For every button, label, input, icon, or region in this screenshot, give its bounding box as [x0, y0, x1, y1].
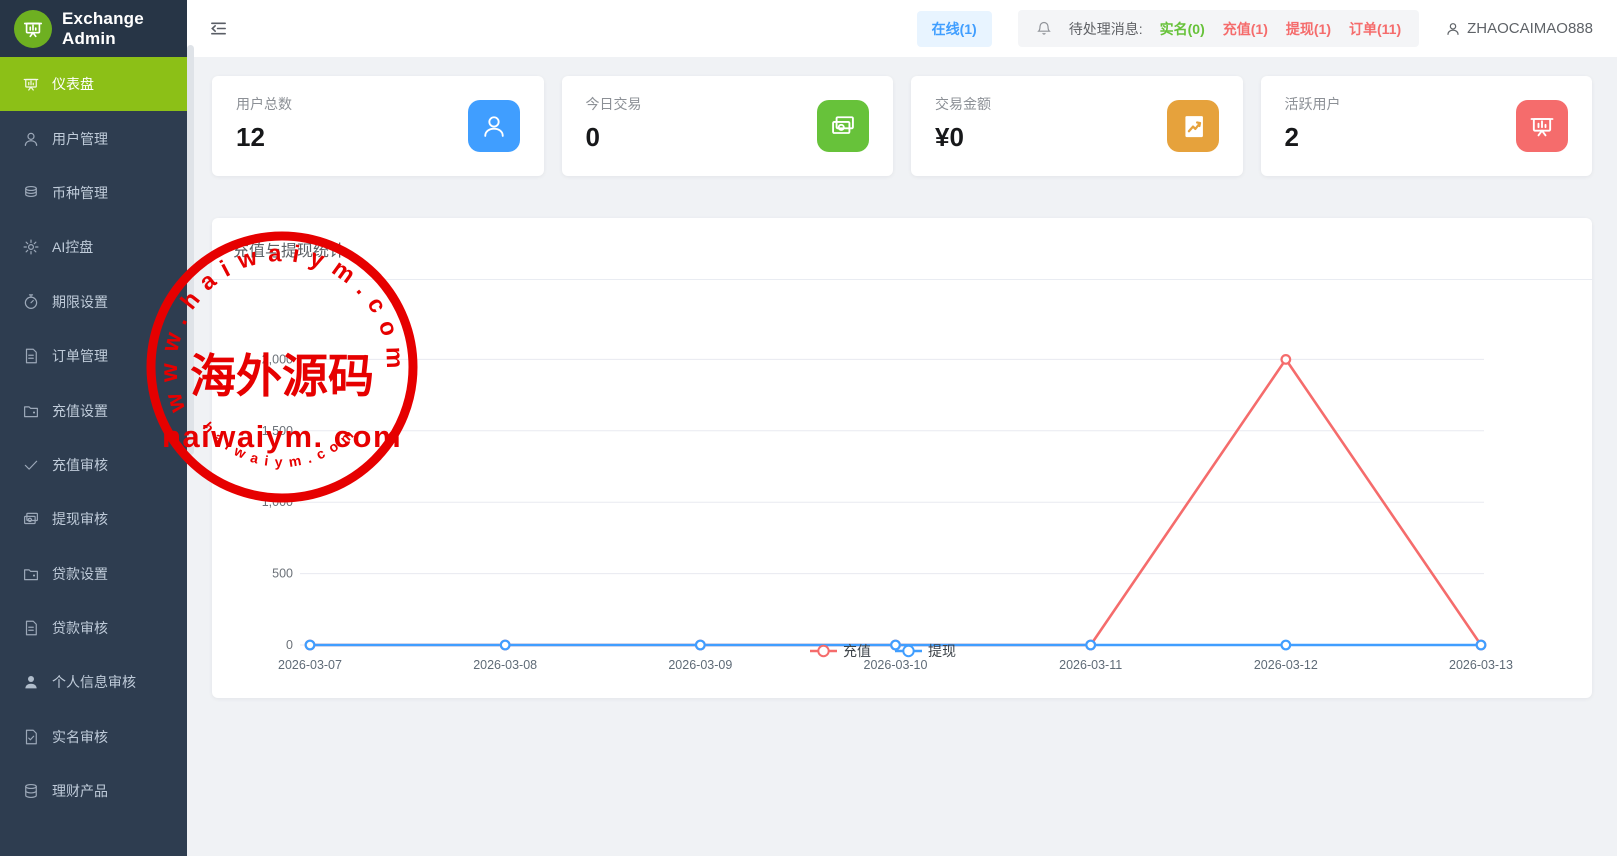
sidebar-fold-icon[interactable]	[209, 19, 228, 38]
sidebar-item-8[interactable]: 充值审核	[0, 438, 187, 492]
svg-text:2026-03-12: 2026-03-12	[1254, 658, 1318, 672]
pending-badges: 实名(0) 充值(1) 提现(1) 订单(11)	[1160, 19, 1402, 39]
app-logo-icon	[14, 10, 52, 48]
app-logo-bar: Exchange Admin	[0, 0, 187, 57]
sidebar-item-label: 用户管理	[52, 129, 108, 149]
sidebar-item-label: 订单管理	[52, 346, 108, 366]
timer-icon	[22, 293, 40, 311]
pending-badge-1[interactable]: 实名(0)	[1160, 19, 1205, 39]
sidebar-item-label: 仪表盘	[52, 74, 94, 94]
svg-text:2026-03-07: 2026-03-07	[278, 658, 342, 672]
folder-icon	[22, 402, 40, 420]
online-badge[interactable]: 在线(1)	[917, 11, 992, 47]
sidebar-item-label: 个人信息审核	[52, 672, 136, 692]
stat-icon-box	[1167, 100, 1219, 152]
stat-card-1: 用户总数12	[212, 76, 544, 176]
app-title: Exchange Admin	[62, 9, 187, 49]
svg-text:2026-03-10: 2026-03-10	[864, 658, 928, 672]
document-icon	[22, 347, 40, 365]
document-icon	[22, 619, 40, 637]
folder-icon	[22, 565, 40, 583]
check-icon	[22, 456, 40, 474]
trend-icon	[1179, 112, 1207, 140]
dashboard-icon	[22, 75, 40, 93]
sidebar-scrollbar[interactable]	[187, 45, 194, 455]
main-content: 用户总数12今日交易0交易金额¥0活跃用户2 充值与提现统计 0 500 1,000…	[187, 57, 1617, 856]
sidebar-item-12[interactable]: 个人信息审核	[0, 655, 187, 709]
user-icon	[480, 112, 508, 140]
sidebar-item-label: AI控盘	[52, 237, 93, 257]
bell-icon	[1036, 20, 1052, 37]
pending-messages-bar: 待处理消息: 实名(0) 充值(1) 提现(1) 订单(11)	[1018, 10, 1419, 47]
sidebar: Exchange Admin 仪表盘用户管理币种管理 AI控盘期限设置订单管理充值…	[0, 0, 187, 856]
sidebar-item-label: 充值审核	[52, 455, 108, 475]
svg-text:1,000: 1,000	[262, 495, 293, 509]
chart-title: 充值与提现统计	[212, 218, 1592, 280]
svg-text:2,000: 2,000	[262, 352, 293, 366]
sidebar-item-label: 币种管理	[52, 183, 108, 203]
stat-card-2: 今日交易0	[562, 76, 894, 176]
stat-icon-box	[1516, 100, 1568, 152]
money-icon	[829, 112, 857, 140]
sidebar-item-7[interactable]: 充值设置	[0, 383, 187, 437]
pending-badge-2[interactable]: 充值(1)	[1223, 19, 1268, 39]
svg-text:2026-03-09: 2026-03-09	[668, 658, 732, 672]
sidebar-item-6[interactable]: 订单管理	[0, 329, 187, 383]
chart-card: 充值与提现统计 0 500 1,000 1,500 2,000 2026-03-07 202…	[212, 218, 1592, 698]
board-icon	[1528, 112, 1556, 140]
svg-text:500: 500	[272, 567, 293, 581]
sidebar-item-3[interactable]: 币种管理	[0, 166, 187, 220]
document-check-icon	[22, 728, 40, 746]
pending-badge-3[interactable]: 提现(1)	[1286, 19, 1331, 39]
sidebar-item-label: 贷款设置	[52, 564, 108, 584]
pending-messages-label: 待处理消息:	[1069, 19, 1143, 39]
person-filled-icon	[22, 673, 40, 691]
sidebar-item-10[interactable]: 贷款设置	[0, 547, 187, 601]
banknote-icon	[22, 510, 40, 528]
recharge-withdraw-chart: 0 500 1,000 1,500 2,000 2026-03-07 2026-03-08 2…	[212, 280, 1545, 697]
svg-text:2026-03-13: 2026-03-13	[1449, 658, 1513, 672]
user-icon	[1445, 21, 1461, 37]
user-icon	[22, 130, 40, 148]
sidebar-menu: 仪表盘用户管理币种管理 AI控盘期限设置订单管理充值设置充值审核提现审核贷款设置贷…	[0, 57, 187, 818]
username: ZHAOCAIMAO888	[1467, 20, 1593, 37]
gear-icon	[22, 238, 40, 256]
stat-card-4: 活跃用户2	[1261, 76, 1593, 176]
sidebar-item-9[interactable]: 提现审核	[0, 492, 187, 546]
stat-icon-box	[817, 100, 869, 152]
sidebar-item-4[interactable]: AI控盘	[0, 220, 187, 274]
sidebar-item-label: 贷款审核	[52, 618, 108, 638]
sidebar-item-11[interactable]: 贷款审核	[0, 601, 187, 655]
database-icon	[22, 782, 40, 800]
sidebar-item-5[interactable]: 期限设置	[0, 275, 187, 329]
sidebar-item-label: 理财产品	[52, 781, 108, 801]
legend-item[interactable]: 充值	[843, 643, 871, 659]
stats-row: 用户总数12今日交易0交易金额¥0活跃用户2	[212, 76, 1592, 176]
stat-icon-box	[468, 100, 520, 152]
pending-badge-4[interactable]: 订单(11)	[1349, 19, 1401, 39]
sidebar-item-label: 充值设置	[52, 401, 108, 421]
legend-item[interactable]: 提现	[928, 643, 956, 659]
user-menu[interactable]: ZHAOCAIMAO888	[1445, 20, 1593, 37]
svg-text:2026-03-08: 2026-03-08	[473, 658, 537, 672]
coins-icon	[22, 184, 40, 202]
stat-card-3: 交易金额¥0	[911, 76, 1243, 176]
sidebar-item-14[interactable]: 理财产品	[0, 764, 187, 818]
sidebar-item-label: 提现审核	[52, 509, 108, 529]
top-header: 在线(1) 待处理消息: 实名(0) 充值(1) 提现(1) 订单(11) ZHAOC…	[187, 0, 1617, 57]
svg-text:0: 0	[286, 638, 293, 652]
sidebar-item-label: 实名审核	[52, 727, 108, 747]
sidebar-item-13[interactable]: 实名审核	[0, 710, 187, 764]
svg-text:1,500: 1,500	[262, 424, 293, 438]
svg-text:2026-03-11: 2026-03-11	[1059, 658, 1122, 672]
sidebar-item-label: 期限设置	[52, 292, 108, 312]
sidebar-item-1[interactable]: 仪表盘	[0, 57, 187, 111]
sidebar-item-2[interactable]: 用户管理	[0, 111, 187, 165]
